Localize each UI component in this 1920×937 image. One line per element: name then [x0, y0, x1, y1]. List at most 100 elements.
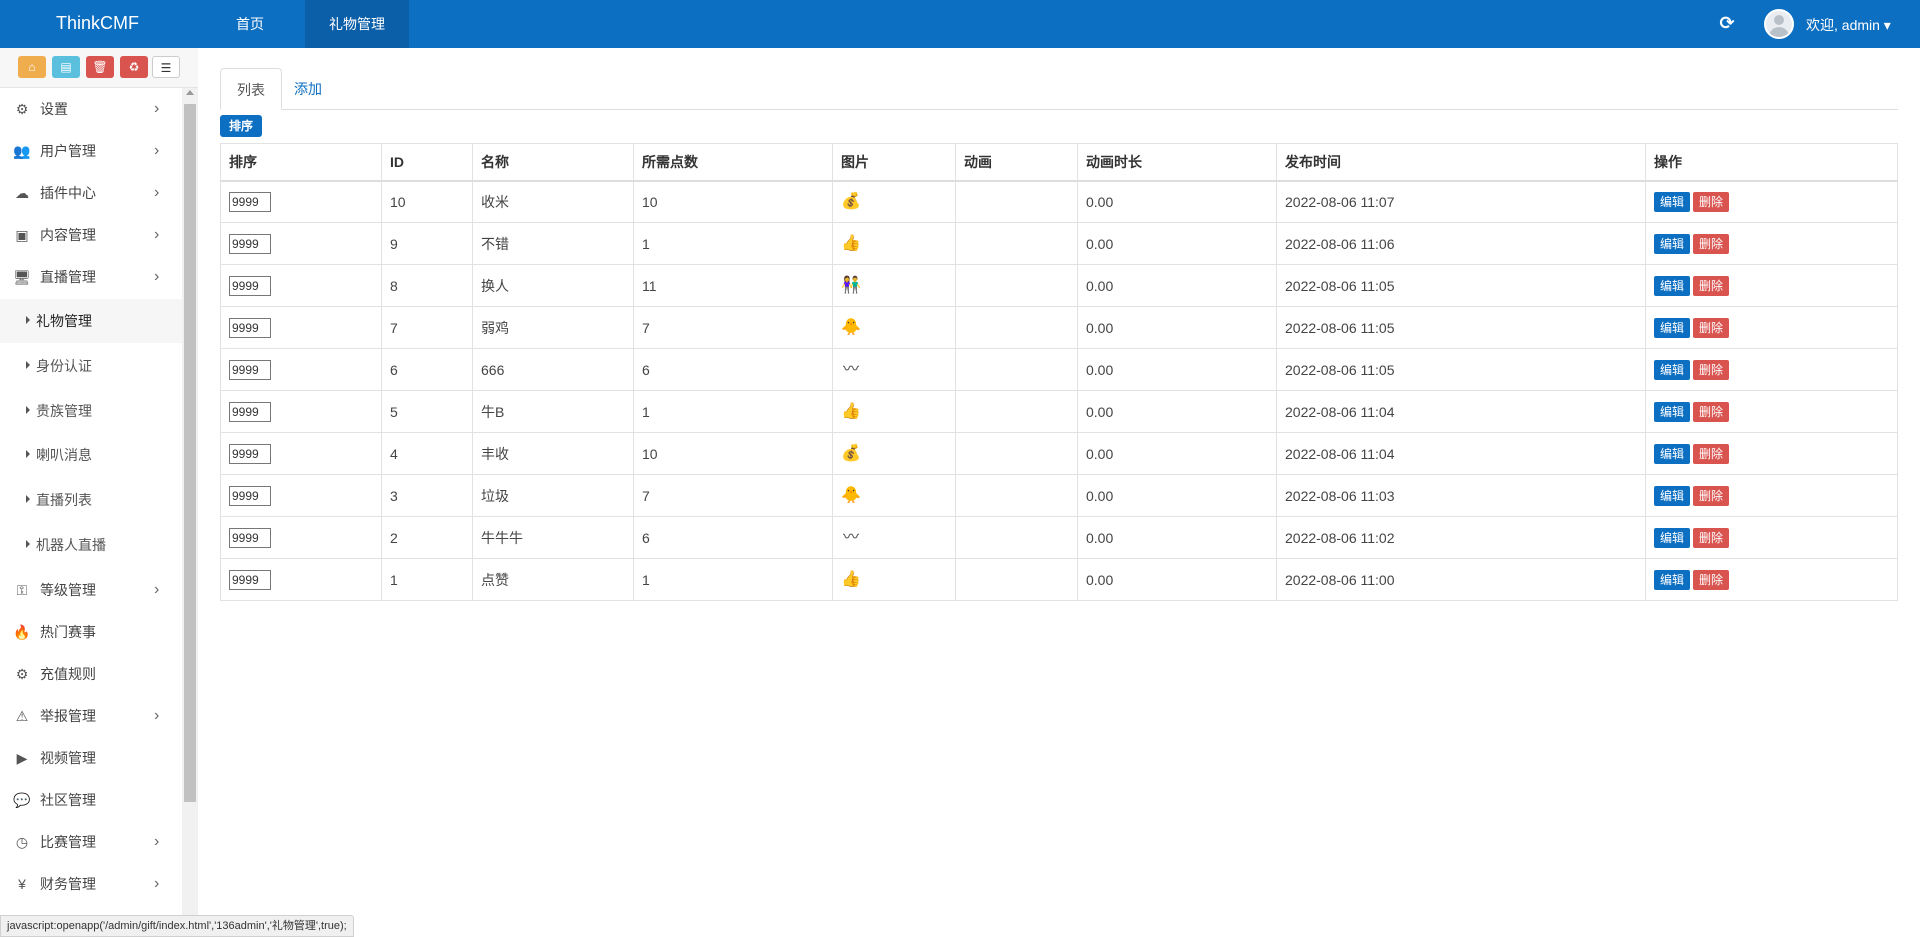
sort-button[interactable]: 排序 [220, 115, 262, 137]
sidebar-item-5-items_after[interactable]: 💬 社区管理 [0, 779, 182, 821]
edit-button[interactable]: 编辑 [1654, 191, 1690, 212]
sidebar-item-2-items_after[interactable]: ⚙ 充值规则 [0, 653, 182, 695]
user-menu-dropdown[interactable]: 欢迎, admin ▾ [1806, 0, 1891, 50]
list-icon[interactable]: ☰ [152, 56, 180, 78]
sidebar-item-0-items_after[interactable]: ⚿ 等级管理 › [0, 569, 182, 611]
duration-cell: 0.00 [1077, 348, 1277, 391]
publish-time-cell: 2022-08-06 11:04 [1276, 432, 1646, 475]
sort-order-input[interactable]: 9999 [229, 569, 271, 590]
sort-order-input[interactable]: 9999 [229, 401, 271, 422]
yen-icon: ¥ [18, 876, 26, 892]
delete-button[interactable]: 删除 [1693, 275, 1729, 296]
sidebar-item-1-items[interactable]: 👥 用户管理 › [0, 130, 182, 172]
sort-order-input[interactable]: 9999 [229, 233, 271, 254]
edit-button[interactable]: 编辑 [1654, 317, 1690, 338]
publish-time-cell: 2022-08-06 11:05 [1276, 306, 1646, 349]
duration-cell: 0.00 [1077, 306, 1277, 349]
refresh-icon[interactable]: ⟳ [1716, 12, 1738, 34]
name-cell: 不错 [472, 222, 634, 265]
table-row: 9999 9 不错 1 👍 0.00 2022-08-06 11:06 编辑 删除 [220, 222, 1898, 265]
delete-button[interactable]: 删除 [1693, 443, 1729, 464]
content-tabs: 列表 添加 [220, 68, 1898, 110]
tab-list[interactable]: 列表 [220, 68, 282, 110]
sort-order-input[interactable]: 9999 [229, 359, 271, 380]
delete-button[interactable]: 删除 [1693, 191, 1729, 212]
nav-tab-gift-management[interactable]: 礼物管理 [305, 0, 409, 48]
sidebar-subitem-label: 直播列表 [36, 492, 92, 509]
brand-logo[interactable]: ThinkCMF [56, 0, 139, 46]
recycle-icon[interactable]: ♻ [120, 56, 148, 78]
name-cell: 牛B [472, 390, 634, 433]
col-header-id: ID [381, 143, 473, 182]
fire-icon: 🔥 [13, 624, 31, 640]
delete-button[interactable]: 删除 [1693, 401, 1729, 422]
sidebar-subitem-0[interactable]: 礼物管理 [0, 299, 182, 343]
gears-icon: ⚙ [15, 666, 29, 682]
scroll-up-arrow-icon[interactable] [186, 90, 194, 95]
thumbs-up-icon: 👍 [841, 402, 861, 420]
delete-button[interactable]: 删除 [1693, 569, 1729, 590]
avatar[interactable] [1764, 9, 1794, 39]
sidebar-item-label: 插件中心 [40, 185, 96, 201]
sort-cell: 9999 [220, 390, 382, 433]
edit-button[interactable]: 编辑 [1654, 359, 1690, 380]
delete-button[interactable]: 删除 [1693, 317, 1729, 338]
sidebar-item-label: 比赛管理 [40, 834, 96, 850]
edit-button[interactable]: 编辑 [1654, 401, 1690, 422]
file-icon[interactable]: ▤ [52, 56, 80, 78]
sort-order-input[interactable]: 9999 [229, 191, 271, 212]
delete-button[interactable]: 删除 [1693, 527, 1729, 548]
sort-order-input[interactable]: 9999 [229, 485, 271, 506]
chevron-right-icon: › [154, 875, 160, 892]
table-row: 9999 4 丰收 10 💰 0.00 2022-08-06 11:04 编辑 删除 [220, 432, 1898, 475]
edit-button[interactable]: 编辑 [1654, 569, 1690, 590]
edit-button[interactable]: 编辑 [1654, 485, 1690, 506]
nav-tab-home[interactable]: 首页 [212, 0, 288, 48]
col-header-image: 图片 [832, 143, 956, 182]
sidebar-item-2-items[interactable]: ☁ 插件中心 › [0, 172, 182, 214]
image-cell: 👍 [832, 558, 956, 601]
points-cell: 11 [633, 264, 833, 307]
edit-button[interactable]: 编辑 [1654, 527, 1690, 548]
chevron-right-icon: › [154, 581, 160, 598]
name-cell: 垃圾 [472, 474, 634, 517]
animation-cell [955, 222, 1078, 265]
image-cell: 👍 [832, 222, 956, 265]
sidebar-item-4-items_after[interactable]: ▶ 视频管理 [0, 737, 182, 779]
edit-button[interactable]: 编辑 [1654, 233, 1690, 254]
delete-button[interactable]: 删除 [1693, 359, 1729, 380]
sidebar-item-3-items_after[interactable]: ⚠ 举报管理 › [0, 695, 182, 737]
sidebar-subitem-2[interactable]: 贵族管理 [0, 389, 182, 433]
sidebar-item-0-items[interactable]: ⚙ 设置 › [0, 88, 182, 130]
duration-cell: 0.00 [1077, 432, 1277, 475]
sidebar-scrollbar[interactable] [182, 88, 198, 937]
animation-cell [955, 516, 1078, 559]
actions-cell: 编辑 删除 [1645, 432, 1898, 475]
edit-button[interactable]: 编辑 [1654, 443, 1690, 464]
sort-order-input[interactable]: 9999 [229, 443, 271, 464]
scroll-thumb[interactable] [184, 104, 196, 802]
sidebar-subitem-3[interactable]: 喇叭消息 [0, 433, 182, 477]
col-header-anim-duration: 动画时长 [1077, 143, 1277, 182]
caret-right-icon [26, 540, 30, 548]
id-cell: 7 [381, 306, 473, 349]
sidebar-subitem-1[interactable]: 身份认证 [0, 344, 182, 388]
animation-cell [955, 390, 1078, 433]
sidebar-item-4-items[interactable]: 🖥 直播管理 › [0, 256, 182, 298]
sidebar-item-7-items_after[interactable]: ¥ 财务管理 › [0, 863, 182, 905]
sort-order-input[interactable]: 9999 [229, 317, 271, 338]
sort-order-input[interactable]: 9999 [229, 275, 271, 296]
sidebar-item-3-items[interactable]: ▣ 内容管理 › [0, 214, 182, 256]
home-icon[interactable]: ⌂ [18, 56, 46, 78]
sidebar-item-1-items_after[interactable]: 🔥 热门赛事 [0, 611, 182, 653]
animation-cell [955, 474, 1078, 517]
sidebar-subitem-4[interactable]: 直播列表 [0, 478, 182, 522]
sort-order-input[interactable]: 9999 [229, 527, 271, 548]
sidebar-subitem-5[interactable]: 机器人直播 [0, 523, 182, 567]
tab-add[interactable]: 添加 [278, 68, 338, 110]
edit-button[interactable]: 编辑 [1654, 275, 1690, 296]
sidebar-item-6-items_after[interactable]: ◷ 比赛管理 › [0, 821, 182, 863]
delete-button[interactable]: 删除 [1693, 485, 1729, 506]
delete-button[interactable]: 删除 [1693, 233, 1729, 254]
trash-icon[interactable]: 🗑 [86, 56, 114, 78]
